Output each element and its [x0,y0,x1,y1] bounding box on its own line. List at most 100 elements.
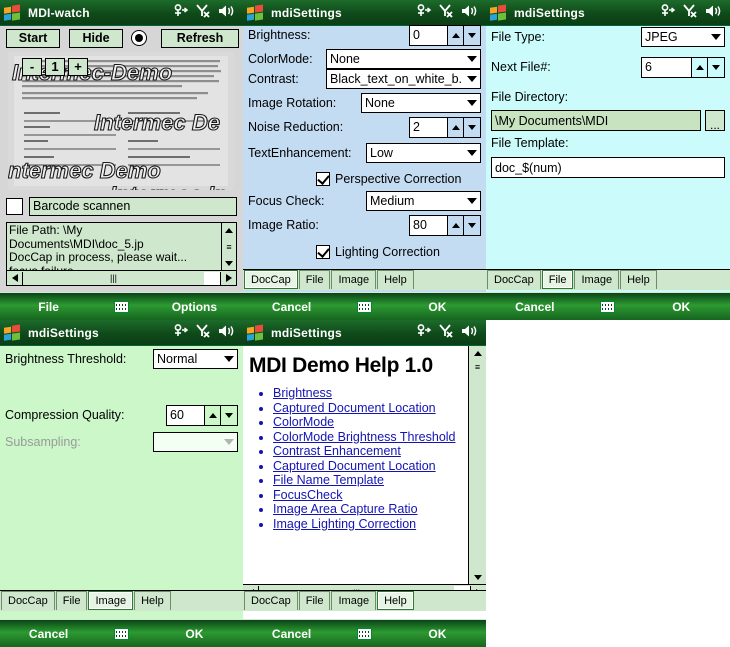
help-vertical-scrollbar[interactable]: ≡ [468,346,486,584]
barcode-scan-checkbox[interactable] [6,197,23,215]
compression-quality-spinner[interactable]: 60 [166,404,238,426]
colormode-dropdown[interactable]: None [326,49,481,69]
tab-doccap[interactable]: DocCap [244,591,298,610]
chevron-down-icon[interactable] [464,76,480,82]
file-template-input[interactable]: doc_$(num) [491,157,725,178]
softkey-ok[interactable]: OK [146,627,243,641]
perspective-correction-checkbox[interactable] [316,172,330,186]
speaker-icon[interactable] [218,324,235,341]
vertical-scroll-thumb[interactable]: ≡ [470,360,485,374]
chevron-down-icon[interactable] [221,356,237,362]
image-ratio-spinner[interactable]: 80 [409,214,481,236]
softkey-cancel[interactable]: Cancel [0,627,97,641]
brightness-value[interactable]: 0 [409,24,448,46]
help-content-area[interactable]: MDI Demo Help 1.0 Brightness Captured Do… [243,346,486,600]
document-preview[interactable]: Intermec-Demo Intermec De ntermec Demo I… [8,52,234,190]
spinner-buttons[interactable] [205,404,238,426]
spinner-buttons[interactable] [448,214,481,236]
spinner-down-icon[interactable] [464,26,480,45]
spinner-up-icon[interactable] [692,57,708,77]
scroll-right-arrow-icon[interactable] [220,271,236,285]
help-link[interactable]: Image Area Capture Ratio [273,502,418,516]
scroll-down-arrow-icon[interactable] [469,570,486,584]
tab-doccap[interactable]: DocCap [1,591,55,610]
keyboard-icon[interactable] [113,300,129,313]
brightness-spinner[interactable]: 0 [409,24,481,46]
list-item[interactable]: ColorMode [273,415,467,430]
log-vertical-scrollbar[interactable]: ≡ [221,223,236,270]
browse-button[interactable]: ... [705,110,725,131]
tab-image[interactable]: Image [88,591,134,610]
chevron-down-icon[interactable] [464,100,480,106]
list-item[interactable]: Image Area Capture Ratio [273,502,467,517]
noise-reduction-value[interactable]: 2 [409,116,448,138]
spinner-down-icon[interactable] [221,406,237,425]
tab-doccap[interactable]: DocCap [244,270,298,289]
list-item[interactable]: FocusCheck [273,488,467,503]
spinner-up-icon[interactable] [448,215,464,235]
vertical-scroll-thumb[interactable]: ≡ [222,239,236,254]
help-link[interactable]: File Name Template [273,473,384,487]
connectivity-icon[interactable] [416,324,432,341]
spinner-up-icon[interactable] [205,405,221,425]
field-lighting-correction[interactable]: Lighting Correction [316,245,440,259]
help-link[interactable]: Captured Document Location [273,401,436,415]
list-item[interactable]: Image Lighting Correction [273,517,467,532]
softkey-keyboard[interactable] [584,300,633,313]
connectivity-icon[interactable] [173,324,189,341]
spinner-buttons[interactable] [448,116,481,138]
softkey-options[interactable]: Options [146,300,243,314]
log-output-box[interactable]: File Path: \My Documents\MDI\doc_5.jp Do… [6,222,237,286]
tab-image[interactable]: Image [331,591,377,610]
spinner-buttons[interactable] [448,24,481,46]
list-item[interactable]: Contrast Enhancement [273,444,467,459]
spinner-up-icon[interactable] [448,25,464,45]
softkey-cancel[interactable]: Cancel [486,300,584,314]
keyboard-icon[interactable] [356,300,372,313]
scroll-up-arrow-icon[interactable] [222,223,237,237]
softkey-keyboard[interactable] [97,300,146,313]
speaker-icon[interactable] [218,4,235,21]
signal-off-icon[interactable] [196,4,211,21]
field-perspective-correction[interactable]: Perspective Correction [316,172,461,186]
next-file-spinner[interactable]: 6 [641,56,725,78]
help-link[interactable]: Captured Document Location [273,459,436,473]
scroll-up-arrow-icon[interactable] [469,346,486,360]
refresh-button[interactable]: Refresh [161,28,239,48]
keyboard-icon[interactable] [113,627,129,640]
connectivity-icon[interactable] [660,4,676,21]
chevron-down-icon[interactable] [464,198,480,204]
focus-check-dropdown[interactable]: Medium [366,191,481,211]
help-link[interactable]: ColorMode [273,415,334,429]
list-item[interactable]: Brightness [273,386,467,401]
list-item[interactable]: File Name Template [273,473,467,488]
help-link[interactable]: Brightness [273,386,332,400]
brightness-threshold-dropdown[interactable]: Normal [153,349,238,369]
tab-file[interactable]: File [298,591,331,610]
connectivity-icon[interactable] [416,4,432,21]
tab-image[interactable]: Image [331,270,377,289]
help-link[interactable]: Image Lighting Correction [273,517,416,531]
chevron-down-icon[interactable] [708,34,724,40]
tab-help[interactable]: Help [620,270,657,289]
help-link[interactable]: FocusCheck [273,488,342,502]
connectivity-icon[interactable] [173,4,189,21]
scroll-down-arrow-icon[interactable] [222,256,237,270]
tab-doccap[interactable]: DocCap [487,270,541,289]
softkey-cancel[interactable]: Cancel [243,627,340,641]
help-link[interactable]: ColorMode Brightness Threshold [273,430,456,444]
spinner-up-icon[interactable] [448,117,464,137]
tab-help[interactable]: Help [377,270,414,289]
list-item[interactable]: Captured Document Location [273,459,467,474]
image-rotation-dropdown[interactable]: None [361,93,481,113]
tab-file[interactable]: File [55,591,88,610]
hide-button[interactable]: Hide [69,28,123,48]
tab-image[interactable]: Image [574,270,620,289]
speaker-icon[interactable] [461,4,478,21]
horizontal-scroll-thumb[interactable]: ||| [23,272,204,285]
tab-file[interactable]: File [541,270,574,289]
chevron-down-icon[interactable] [464,56,480,62]
softkey-ok[interactable]: OK [632,300,730,314]
chevron-down-icon[interactable] [464,150,480,156]
scroll-left-arrow-icon[interactable] [7,271,23,285]
